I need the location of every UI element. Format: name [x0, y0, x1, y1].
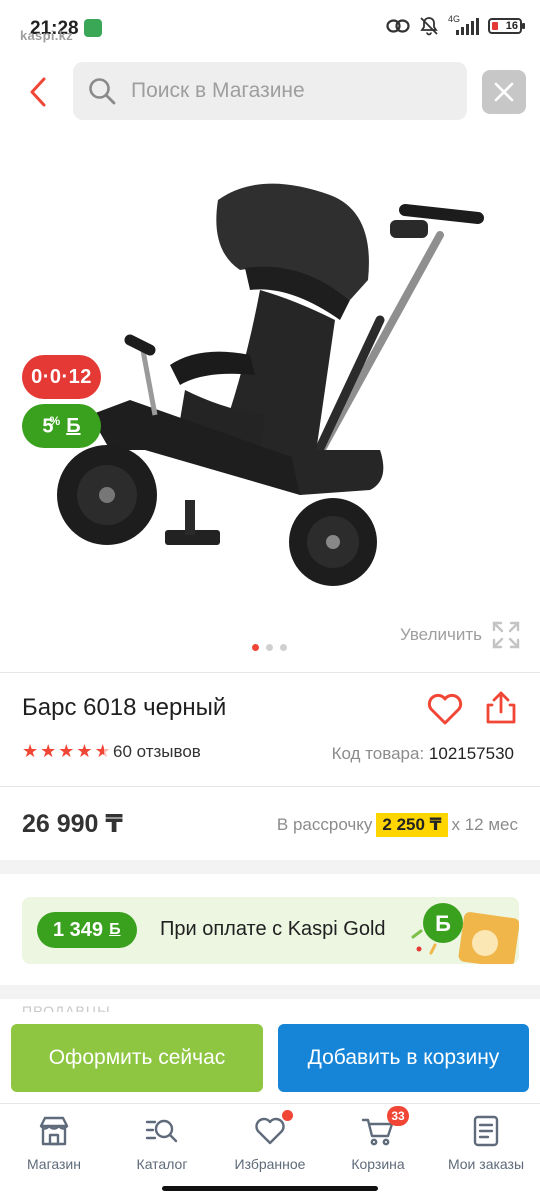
section-divider [0, 985, 540, 999]
product-image[interactable] [50, 150, 500, 600]
search-icon [89, 78, 116, 105]
product-price: 26 990 ₸ [22, 810, 123, 838]
search-box[interactable] [73, 62, 467, 120]
nav-item-shop[interactable]: Магазин [0, 1114, 108, 1172]
nav-label-catalog: Каталог [136, 1156, 188, 1172]
close-button[interactable] [482, 70, 526, 114]
product-code-label: Код товара: [331, 744, 425, 763]
product-code-value: 102157530 [428, 744, 514, 763]
zoom-label: Увеличить [400, 625, 482, 644]
status-bar: 21:28 kaspi.kz 4G 16 [0, 0, 540, 52]
installment-prefix: В рассрочку [276, 815, 373, 834]
nav-label-orders: Мои заказы [447, 1156, 525, 1172]
installment-suffix: х 12 мес [451, 815, 519, 834]
nav-label-shop: Магазин [26, 1156, 81, 1172]
installment-badge: 0·0·12 [22, 355, 101, 399]
close-icon [494, 82, 514, 102]
installment-amount: 2 250 ₸ [376, 813, 448, 837]
bonus-badge-currency: Б [66, 414, 81, 437]
nav-label-cart: Корзина [351, 1156, 405, 1172]
shop-icon [39, 1116, 69, 1146]
star-icon: ★ [40, 741, 57, 761]
product-title: Барс 6018 черный [22, 694, 227, 721]
link-icon [386, 19, 410, 33]
star-icon: ★ [76, 741, 93, 761]
gold-bonus-pill: 1 349 Б [37, 912, 137, 948]
pagination-dot[interactable] [266, 644, 273, 651]
nav-item-catalog[interactable]: Каталог [108, 1114, 216, 1172]
status-brand: kaspi.kz [20, 28, 73, 43]
heart-icon [427, 693, 463, 725]
chevron-left-icon [30, 77, 46, 107]
image-pagination [252, 644, 287, 651]
kaspi-gold-banner[interactable]: 1 349 Б При оплате с Kaspi Gold Б [22, 897, 519, 964]
divider [0, 672, 540, 673]
expand-icon [492, 621, 520, 649]
pagination-dot[interactable] [280, 644, 287, 651]
share-button[interactable] [484, 690, 518, 726]
orders-icon [473, 1115, 499, 1147]
bell-off-icon [420, 17, 438, 36]
signal-icon: 4G [448, 14, 479, 35]
star-icon: ★ [22, 741, 39, 761]
share-icon [486, 691, 516, 724]
bonus-badge: 5% Б [22, 404, 101, 448]
rating-stars[interactable]: ★ ★ ★ ★ ★ [22, 742, 111, 760]
pagination-dot[interactable] [252, 644, 259, 651]
add-to-cart-button[interactable]: Добавить в корзину [278, 1024, 529, 1092]
nav-item-cart[interactable]: 33 Корзина [324, 1106, 432, 1172]
home-indicator[interactable] [162, 1186, 378, 1191]
search-input[interactable] [131, 79, 431, 103]
gold-banner-text: При оплате с Kaspi Gold [160, 918, 386, 940]
gold-bonus-currency: Б [109, 921, 121, 938]
section-divider [0, 860, 540, 874]
action-bar: Оформить сейчас Добавить в корзину [0, 1012, 540, 1100]
product-code: Код товара: 102157530 [332, 744, 514, 764]
divider [0, 786, 540, 787]
svg-text:Б: Б [435, 911, 451, 936]
bonus-badge-value: 5% [42, 413, 61, 438]
back-button[interactable] [22, 72, 58, 112]
kaspi-gold-card-icon: Б [411, 903, 519, 964]
catalog-search-icon [145, 1119, 178, 1143]
network-label: 4G [448, 14, 461, 24]
star-icon: ★ [58, 741, 75, 761]
gold-bonus-value: 1 349 [53, 918, 104, 941]
status-icons: 4G 16 [386, 14, 525, 36]
nav-item-favorites[interactable]: Избранное [216, 1110, 324, 1172]
battery-icon: 16 [488, 18, 525, 34]
buy-now-button[interactable]: Оформить сейчас [11, 1024, 263, 1092]
favorites-dot [282, 1110, 293, 1121]
reviews-link[interactable]: 60 отзывов [113, 742, 201, 762]
nav-item-orders[interactable]: Мои заказы [432, 1114, 540, 1172]
installment-info: В рассрочку 2 250 ₸ х 12 мес [277, 813, 518, 837]
nav-label-favorites: Избранное [234, 1156, 306, 1172]
favorite-button[interactable] [426, 690, 464, 728]
zoom-button[interactable]: Увеличить [400, 621, 520, 649]
star-half-icon: ★ [94, 741, 111, 761]
notification-icon [84, 19, 102, 37]
heart-icon [255, 1117, 285, 1145]
cart-count-badge: 33 [387, 1106, 409, 1126]
